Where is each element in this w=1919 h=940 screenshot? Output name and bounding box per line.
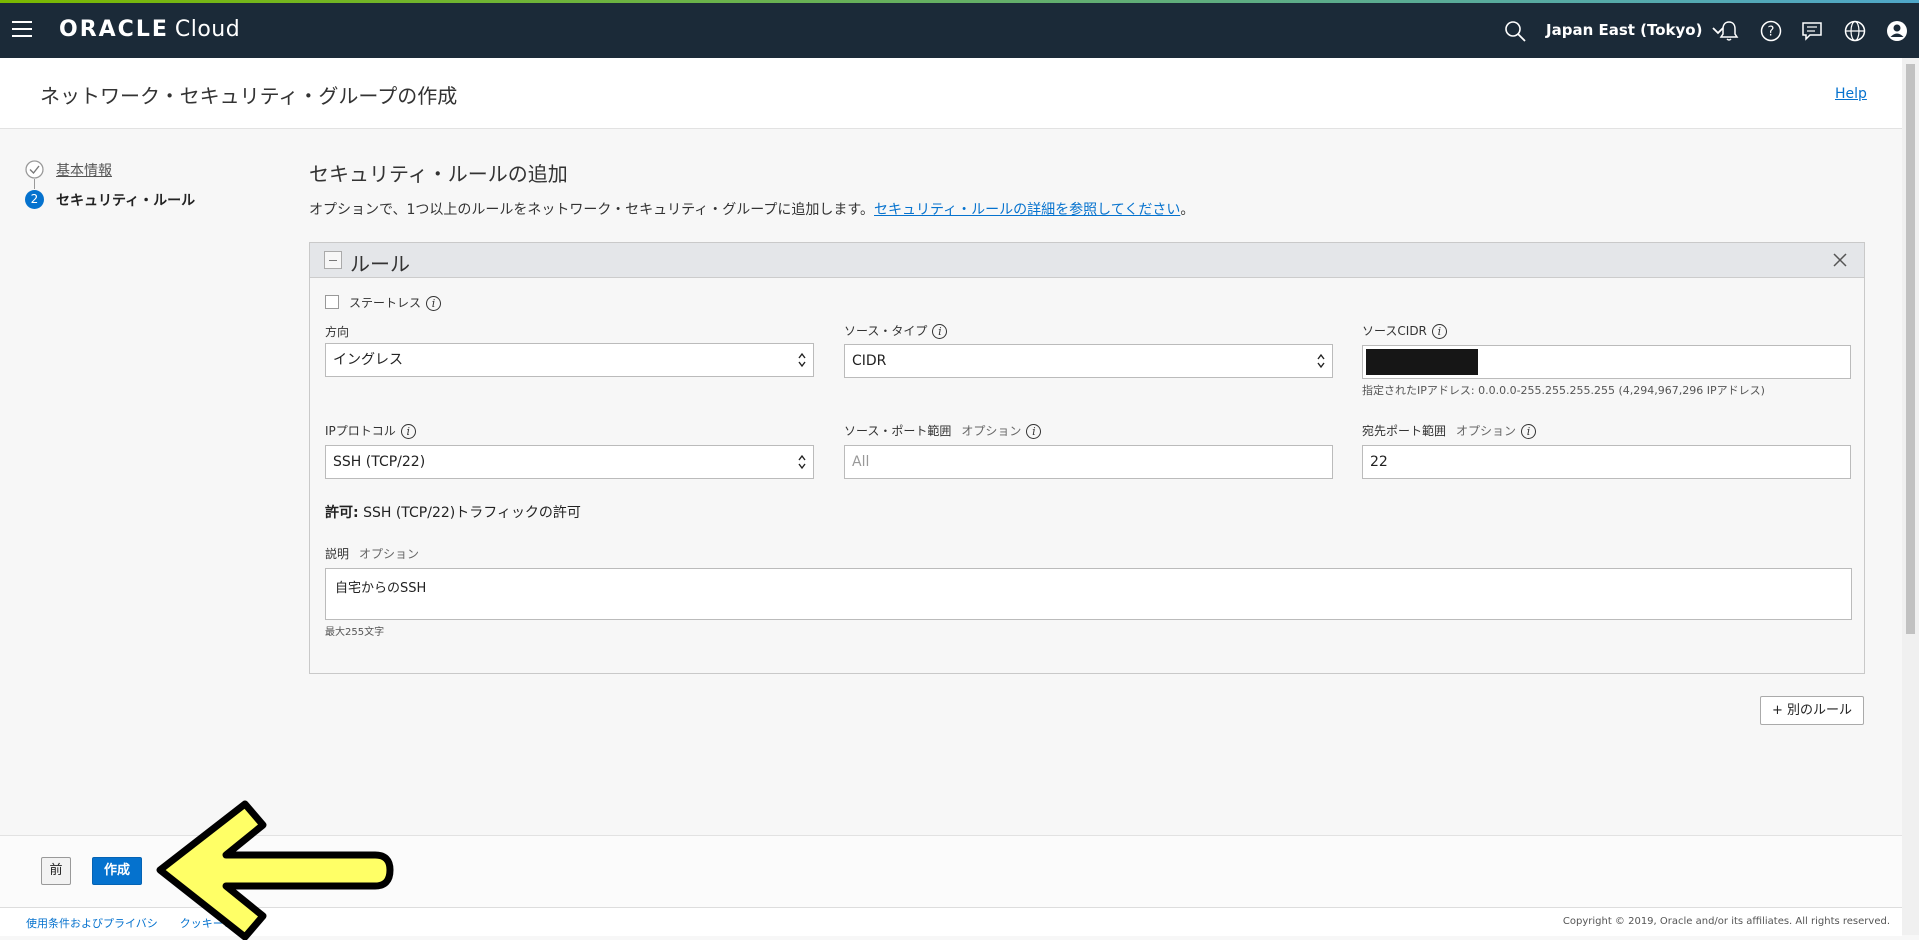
stateless-text: ステートレス xyxy=(349,296,422,310)
optional-tag: オプション xyxy=(1456,424,1517,438)
source-type-value: CIDR xyxy=(852,353,887,369)
rule-title: ルール xyxy=(350,252,410,276)
help-link[interactable]: Help xyxy=(1835,86,1867,102)
create-button[interactable]: 作成 xyxy=(92,857,142,885)
stateless-checkbox[interactable] xyxy=(325,295,339,309)
close-icon[interactable] xyxy=(1832,252,1848,268)
ip-protocol-select[interactable]: SSH (TCP/22) xyxy=(325,445,814,479)
direction-value: イングレス xyxy=(333,352,403,368)
step-label[interactable]: 基本情報 xyxy=(56,160,112,180)
source-cidr-hint: 指定されたIPアドレス: 0.0.0.0-255.255.255.255 (4,… xyxy=(1362,384,1765,397)
page-header: ネットワーク・セキュリティ・グループの作成 Help xyxy=(0,58,1902,129)
step-label: セキュリティ・ルール xyxy=(56,193,196,209)
source-port-input[interactable]: All xyxy=(844,445,1333,479)
optional-tag: オプション xyxy=(961,424,1022,438)
help-icon[interactable]: ? xyxy=(1760,20,1782,42)
brand-main: ORACLE xyxy=(59,17,169,42)
search-icon[interactable] xyxy=(1504,20,1526,42)
description-text: オプションで、1つ以上のルールをネットワーク・セキュリティ・グループに追加します… xyxy=(309,202,874,218)
user-avatar-icon[interactable] xyxy=(1886,20,1908,42)
ip-protocol-text: IPプロトコル xyxy=(325,424,396,438)
info-icon[interactable]: i xyxy=(932,324,948,339)
annotation-arrow-icon xyxy=(156,800,394,940)
select-arrows-icon xyxy=(798,352,806,368)
bell-icon[interactable] xyxy=(1718,20,1740,42)
rule-panel: ルール ステートレス i 方向 イングレス ソース・タイプ i CIDR ソースCI… xyxy=(309,242,1865,674)
top-navigation-bar: ORACLE Cloud Japan East (Tokyo) ? xyxy=(0,3,1919,58)
source-type-text: ソース・タイプ xyxy=(844,324,928,338)
source-cidr-input[interactable] xyxy=(1362,345,1851,379)
add-another-rule-button[interactable]: + 別のルール xyxy=(1760,696,1864,725)
rule-panel-header: ルール xyxy=(310,243,1864,278)
source-cidr-text: ソースCIDR xyxy=(1362,324,1427,338)
description-label-text: 説明 xyxy=(325,547,350,561)
redacted-value xyxy=(1366,349,1478,375)
info-icon[interactable]: i xyxy=(400,424,416,439)
region-selector[interactable]: Japan East (Tokyo) xyxy=(1546,21,1724,39)
oracle-cloud-logo[interactable]: ORACLE Cloud xyxy=(59,17,240,42)
dest-port-label: 宛先ポート範囲 オプション i xyxy=(1362,422,1537,439)
optional-tag: オプション xyxy=(359,547,420,561)
dest-port-text: 宛先ポート範囲 xyxy=(1362,424,1447,438)
collapse-button[interactable] xyxy=(324,251,342,269)
section-description: オプションで、1つ以上のルールをネットワーク・セキュリティ・グループに追加します… xyxy=(309,199,1865,219)
select-arrows-icon xyxy=(798,454,806,470)
check-circle-icon xyxy=(25,160,44,179)
source-port-label: ソース・ポート範囲 オプション i xyxy=(844,422,1042,439)
ip-protocol-value: SSH (TCP/22) xyxy=(333,454,426,470)
security-rules-docs-link[interactable]: セキュリティ・ルールの詳細を参照してください xyxy=(874,202,1180,218)
direction-select[interactable]: イングレス xyxy=(325,343,814,377)
allow-prefix: 許可: xyxy=(325,505,359,521)
copyright-text: Copyright © 2019, Oracle and/or its affi… xyxy=(1562,916,1890,927)
step-number: 2 xyxy=(25,190,44,209)
page-title: ネットワーク・セキュリティ・グループの作成 xyxy=(40,84,458,108)
description-end: 。 xyxy=(1180,202,1195,218)
step-connector xyxy=(34,179,35,189)
previous-button[interactable]: 前 xyxy=(41,857,71,885)
source-cidr-label: ソースCIDR i xyxy=(1362,322,1447,339)
scrollbar-thumb[interactable] xyxy=(1906,64,1915,634)
svg-text:?: ? xyxy=(1768,25,1775,40)
description-hint: 最大255文字 xyxy=(325,627,385,638)
direction-label: 方向 xyxy=(325,325,350,339)
menu-icon[interactable] xyxy=(12,21,32,37)
terms-privacy-link[interactable]: 使用条件およびプライバシ xyxy=(26,917,158,930)
dest-port-input[interactable]: 22 xyxy=(1362,445,1851,479)
stateless-label: ステートレス i xyxy=(349,294,442,311)
select-arrows-icon xyxy=(1317,353,1325,369)
source-type-label: ソース・タイプ i xyxy=(844,322,948,339)
main-content: セキュリティ・ルールの追加 オプションで、1つ以上のルールをネットワーク・セキュ… xyxy=(309,158,1865,219)
brand-sub: Cloud xyxy=(174,17,241,42)
chat-icon[interactable] xyxy=(1801,20,1823,42)
info-icon[interactable]: i xyxy=(1431,324,1447,339)
ip-protocol-label: IPプロトコル i xyxy=(325,422,416,439)
info-icon[interactable]: i xyxy=(426,296,442,311)
page-scrollbar[interactable] xyxy=(1902,58,1919,935)
allow-text: SSH (TCP/22)トラフィックの許可 xyxy=(363,505,581,521)
info-icon[interactable]: i xyxy=(1026,424,1042,439)
region-label: Japan East (Tokyo) xyxy=(1546,21,1703,39)
source-port-text: ソース・ポート範囲 xyxy=(844,424,952,438)
globe-icon[interactable] xyxy=(1844,20,1866,42)
allow-summary: 許可: SSH (TCP/22)トラフィックの許可 xyxy=(325,502,581,522)
description-textarea[interactable]: 自宅からのSSH xyxy=(325,568,1852,620)
info-icon[interactable]: i xyxy=(1521,424,1537,439)
description-label: 説明 オプション xyxy=(325,545,419,562)
source-type-select[interactable]: CIDR xyxy=(844,344,1333,378)
section-heading: セキュリティ・ルールの追加 xyxy=(309,162,568,186)
